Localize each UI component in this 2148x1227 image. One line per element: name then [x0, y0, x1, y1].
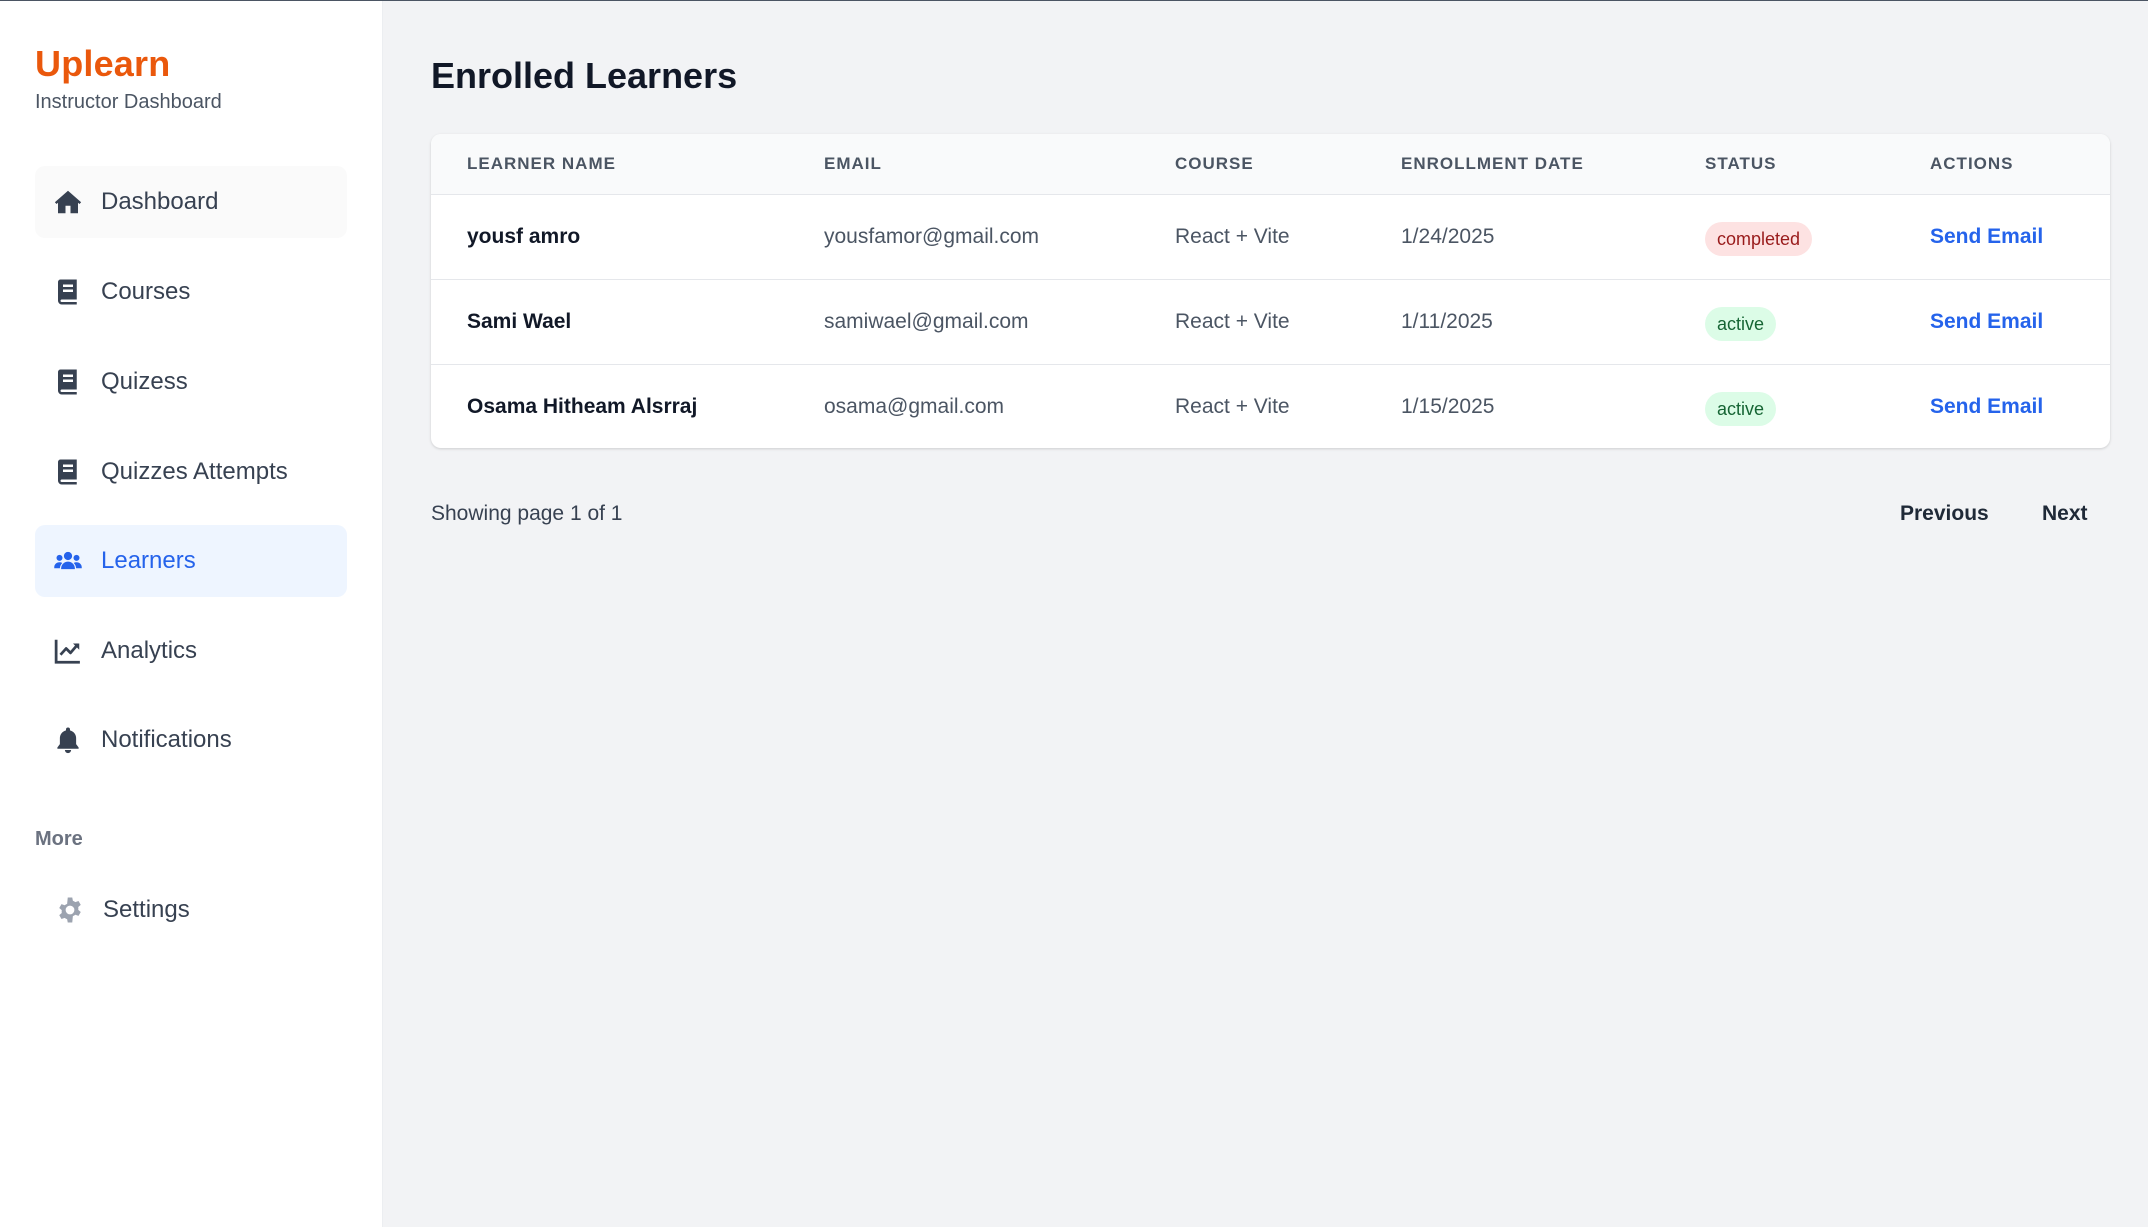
- brand-subtitle: Instructor Dashboard: [35, 91, 222, 113]
- users-icon: [53, 546, 83, 576]
- sidebar-item-label: Learners: [101, 547, 196, 574]
- column-header-course[interactable]: Course: [1175, 154, 1254, 174]
- learner-email: yousfamor@gmail.com: [824, 225, 1040, 248]
- sidebar-item-label: Notifications: [101, 726, 232, 753]
- sidebar-item-dashboard[interactable]: Dashboard: [35, 166, 347, 238]
- book-icon: [53, 277, 83, 307]
- send-email-button[interactable]: Send Email: [1930, 395, 2043, 419]
- pagination-status: Showing page 1 of 1: [431, 502, 623, 525]
- table-header: Learner Name Email Course Enrollment Dat…: [431, 134, 2110, 195]
- home-icon: [53, 187, 83, 217]
- learners-table: Learner Name Email Course Enrollment Dat…: [431, 134, 2110, 448]
- sidebar: Uplearn Instructor Dashboard Dashboard C…: [0, 1, 383, 1227]
- column-header-email[interactable]: Email: [824, 154, 882, 174]
- sidebar-item-label: Quizess: [101, 368, 188, 395]
- sidebar-item-settings[interactable]: Settings: [35, 874, 347, 946]
- learner-name: Osama Hitheam Alsrraj: [467, 395, 698, 418]
- sidebar-item-label: Dashboard: [101, 188, 219, 215]
- table-row: yousf amro yousfamor@gmail.com React + V…: [431, 195, 2110, 280]
- send-email-button[interactable]: Send Email: [1930, 310, 2043, 334]
- table-row: Osama Hitheam Alsrraj osama@gmail.com Re…: [431, 365, 2110, 448]
- learner-email: osama@gmail.com: [824, 395, 1005, 418]
- learner-email: samiwael@gmail.com: [824, 310, 1029, 333]
- page-title: Enrolled Learners: [431, 55, 738, 96]
- sidebar-item-label: Settings: [103, 896, 190, 923]
- gear-icon: [55, 895, 85, 925]
- sidebar-item-label: Courses: [101, 278, 191, 305]
- table-row: Sami Wael samiwael@gmail.com React + Vit…: [431, 280, 2110, 365]
- column-header-learner-name[interactable]: Learner Name: [467, 154, 616, 174]
- bell-icon: [53, 725, 83, 755]
- column-header-status[interactable]: Status: [1705, 154, 1776, 174]
- brand-logo[interactable]: Uplearn: [35, 43, 170, 85]
- book-icon: [53, 457, 83, 487]
- sidebar-item-learners[interactable]: Learners: [35, 525, 347, 597]
- sidebar-item-quizzes-attempts[interactable]: Quizzes Attempts: [35, 436, 347, 508]
- status-badge: completed: [1705, 222, 1813, 256]
- next-page-button[interactable]: Next: [2042, 502, 2088, 526]
- sidebar-item-courses[interactable]: Courses: [35, 256, 347, 328]
- chart-line-icon: [53, 636, 83, 666]
- sidebar-item-label: Analytics: [101, 637, 198, 664]
- learner-course: React + Vite: [1175, 395, 1290, 418]
- send-email-button[interactable]: Send Email: [1930, 225, 2043, 249]
- learner-course: React + Vite: [1175, 310, 1290, 333]
- learner-name: yousf amro: [467, 225, 581, 248]
- enrollment-date: 1/24/2025: [1401, 225, 1495, 248]
- enrollment-date: 1/11/2025: [1401, 310, 1493, 333]
- sidebar-item-notifications[interactable]: Notifications: [35, 704, 347, 776]
- book-icon: [53, 367, 83, 397]
- status-badge: active: [1705, 392, 1777, 426]
- sidebar-section-more: More: [35, 828, 83, 850]
- status-badge: active: [1705, 307, 1777, 341]
- sidebar-item-label: Quizzes Attempts: [101, 458, 288, 485]
- column-header-enrollment-date[interactable]: Enrollment Date: [1401, 154, 1584, 174]
- sidebar-item-analytics[interactable]: Analytics: [35, 615, 347, 687]
- previous-page-button[interactable]: Previous: [1900, 502, 1989, 526]
- column-header-actions: Actions: [1930, 154, 2014, 173]
- learner-course: React + Vite: [1175, 225, 1290, 248]
- sidebar-item-quizess[interactable]: Quizess: [35, 346, 347, 418]
- enrollment-date: 1/15/2025: [1401, 395, 1495, 418]
- learner-name: Sami Wael: [467, 310, 572, 333]
